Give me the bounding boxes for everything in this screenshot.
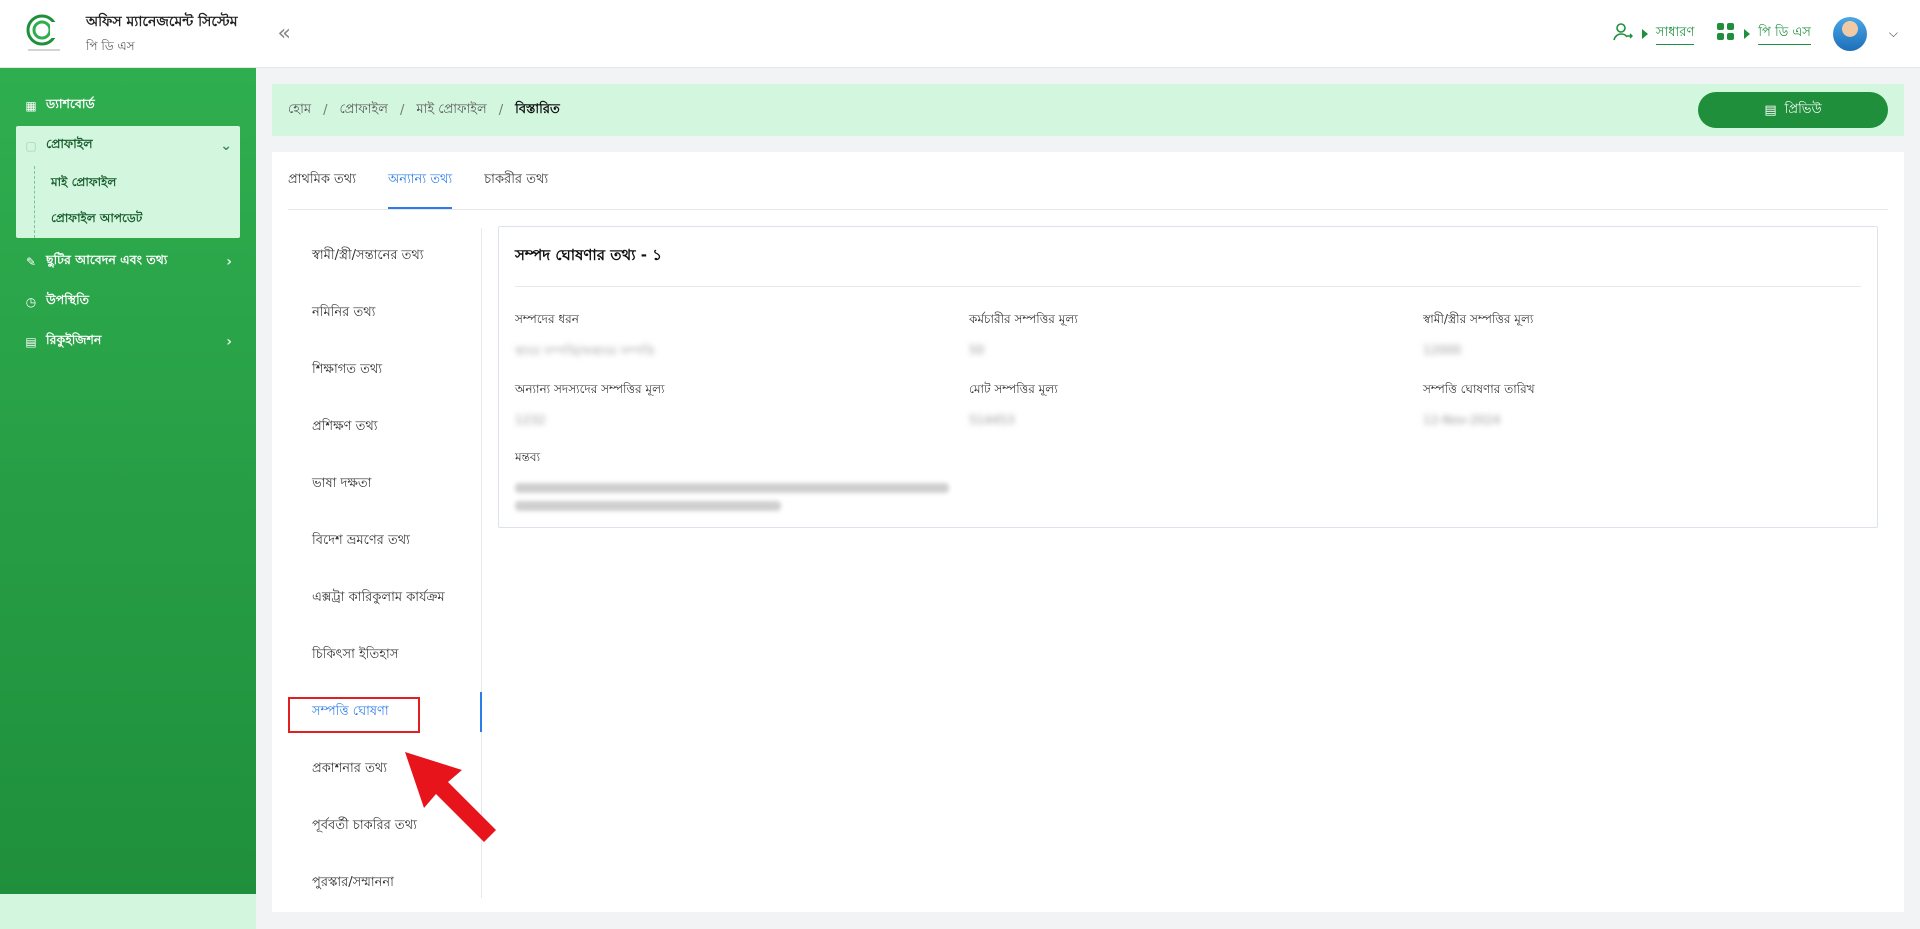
tab-other-info[interactable]: অন্যান্য তথ্য: [388, 170, 453, 209]
sidebar: ▦ ড্যাশবোর্ড ▢ প্রোফাইল ⌄ মাই প্রোফাইল প…: [0, 68, 256, 894]
preview-button[interactable]: ▤ প্রিভিউ: [1698, 92, 1888, 128]
leave-icon: ✎: [25, 255, 37, 269]
module-label: পি ডি এস: [1758, 23, 1811, 45]
menu-item-nominee[interactable]: নমিনির তথ্য: [288, 285, 481, 342]
sidebar-item-profile[interactable]: ▢ প্রোফাইল ⌄: [16, 126, 240, 166]
red-arrow-annotation: [405, 752, 496, 842]
document-icon: ▤: [1764, 102, 1777, 118]
clock-icon: ◷: [25, 295, 37, 309]
asset-detail-panel: সম্পদ ঘোষণার তথ্য - ১ সম্পদের ধরন স্থাবর…: [498, 226, 1878, 528]
logo-icon: [22, 12, 66, 56]
sidebar-item-label: ড্যাশবোর্ড: [46, 96, 95, 111]
menu-item-medical-history[interactable]: চিকিৎসা ইতিহাস: [288, 627, 481, 684]
breadcrumb-details: বিস্তারিত: [515, 101, 560, 117]
app-title: অফিস ম্যানেজমেন্ট সিস্টেম: [86, 13, 238, 30]
field-spouse-asset-value: স্বামী/স্ত্রীর সম্পত্তির মূল্য 12000: [1423, 312, 1534, 357]
menu-item-foreign-travel[interactable]: বিদেশ ভ্রমণের তথ্য: [288, 513, 481, 570]
sidebar-item-label: ছুটির আবেদন এবং তথ্য: [46, 252, 168, 267]
remarks-blurred-line: [515, 501, 781, 511]
menu-item-extra-curricular[interactable]: এক্সট্রা কারিকুলাম কার্যক্রম: [288, 570, 481, 627]
highlight-box: [288, 697, 420, 733]
avatar[interactable]: [1832, 16, 1867, 51]
user-switch-icon: [1612, 21, 1634, 47]
apps-grid-icon: [1716, 22, 1736, 46]
caret-right-icon: [1744, 28, 1751, 39]
chevron-down-icon: ⌄: [220, 138, 232, 154]
sidebar-item-attendance[interactable]: ◷ উপস্থিতি: [0, 282, 256, 322]
sidebar-group-profile: ▢ প্রোফাইল ⌄ মাই প্রোফাইল প্রোফাইল আপডেট: [16, 126, 240, 238]
sidebar-item-profile-update[interactable]: প্রোফাইল আপডেট: [51, 202, 240, 238]
top-header: অফিস ম্যানেজমেন্ট সিস্টেম পি ডি এস « সাধ…: [0, 0, 1920, 68]
field-asset-type: সম্পদের ধরন স্থাবর সম্পত্তি/অস্থাবর সম্প…: [515, 312, 655, 358]
tab-basic-info[interactable]: প্রাথমিক তথ্য: [288, 170, 356, 209]
menu-item-language[interactable]: ভাষা দক্ষতা: [288, 456, 481, 513]
field-declaration-date: সম্পত্তি ঘোষণার তারিখ 12-Nov-2024: [1423, 382, 1535, 427]
sidebar-item-dashboard[interactable]: ▦ ড্যাশবোর্ড: [0, 86, 256, 126]
menu-item-asset-declaration[interactable]: সম্পত্তি ঘোষণা: [288, 684, 482, 741]
brand: অফিস ম্যানেজমেন্ট সিস্টেম পি ডি এস: [86, 10, 238, 58]
menu-item-spouse-children[interactable]: স্বামী/স্ত্রী/সন্তানের তথ্য: [288, 228, 481, 285]
sidebar-item-label: প্রোফাইল: [46, 136, 93, 151]
menu-item-awards[interactable]: পুরস্কার/সম্মাননা: [288, 855, 481, 912]
tab-bar: প্রাথমিক তথ্য অন্যান্য তথ্য চাকরীর তথ্য: [288, 152, 1888, 210]
breadcrumb-my-profile[interactable]: মাই প্রোফাইল: [416, 100, 486, 121]
menu-item-education[interactable]: শিক্ষাগত তথ্য: [288, 342, 481, 399]
tab-job-info[interactable]: চাকরীর তথ্য: [484, 170, 548, 209]
field-total-asset-value: মোট সম্পত্তির মূল্য 514453: [969, 382, 1058, 427]
chevron-down-icon[interactable]: ⌵: [1889, 26, 1898, 41]
remarks-blurred-line: [515, 483, 949, 493]
sidebar-item-label: রিকুইজিশন: [46, 332, 102, 347]
field-remarks: মন্তব্য: [515, 449, 1861, 511]
sidebar-item-requisition[interactable]: ▤ রিকুইজিশন ›: [0, 322, 256, 362]
role-label: সাধারণ: [1655, 23, 1695, 45]
breadcrumb: হোম / প্রোফাইল / মাই প্রোফাইল / বিস্তারি…: [272, 84, 1904, 136]
requisition-icon: ▤: [25, 335, 37, 349]
profile-icon: ▢: [25, 139, 37, 153]
breadcrumb-profile[interactable]: প্রোফাইল: [339, 100, 387, 121]
chevron-right-icon: ›: [226, 334, 232, 350]
sidebar-item-my-profile[interactable]: মাই প্রোফাইল: [51, 166, 240, 202]
detail-title: সম্পদ ঘোষণার তথ্য - ১: [515, 227, 1861, 287]
sidebar-item-leave[interactable]: ✎ ছুটির আবেদন এবং তথ্য ›: [0, 242, 256, 282]
module-switcher[interactable]: পি ডি এস: [1716, 22, 1811, 46]
caret-right-icon: [1641, 28, 1648, 39]
role-switcher[interactable]: সাধারণ: [1612, 21, 1695, 47]
app-subtitle: পি ডি এস: [86, 38, 135, 53]
field-other-members-asset-value: অন্যান্য সদস্যদের সম্পত্তির মূল্য 1232: [515, 382, 665, 427]
breadcrumb-home[interactable]: হোম: [288, 100, 311, 121]
sidebar-item-label: উপস্থিতি: [46, 292, 90, 307]
collapse-sidebar-icon[interactable]: «: [278, 21, 291, 46]
chevron-right-icon: ›: [226, 254, 232, 270]
sidebar-footer: [0, 894, 256, 929]
main-card: প্রাথমিক তথ্য অন্যান্য তথ্য চাকরীর তথ্য …: [272, 152, 1904, 912]
dashboard-icon: ▦: [25, 99, 37, 113]
field-employee-asset-value: কর্মচারীর সম্পত্তির মূল্য 50: [969, 312, 1078, 357]
menu-item-training[interactable]: প্রশিক্ষণ তথ্য: [288, 399, 481, 456]
